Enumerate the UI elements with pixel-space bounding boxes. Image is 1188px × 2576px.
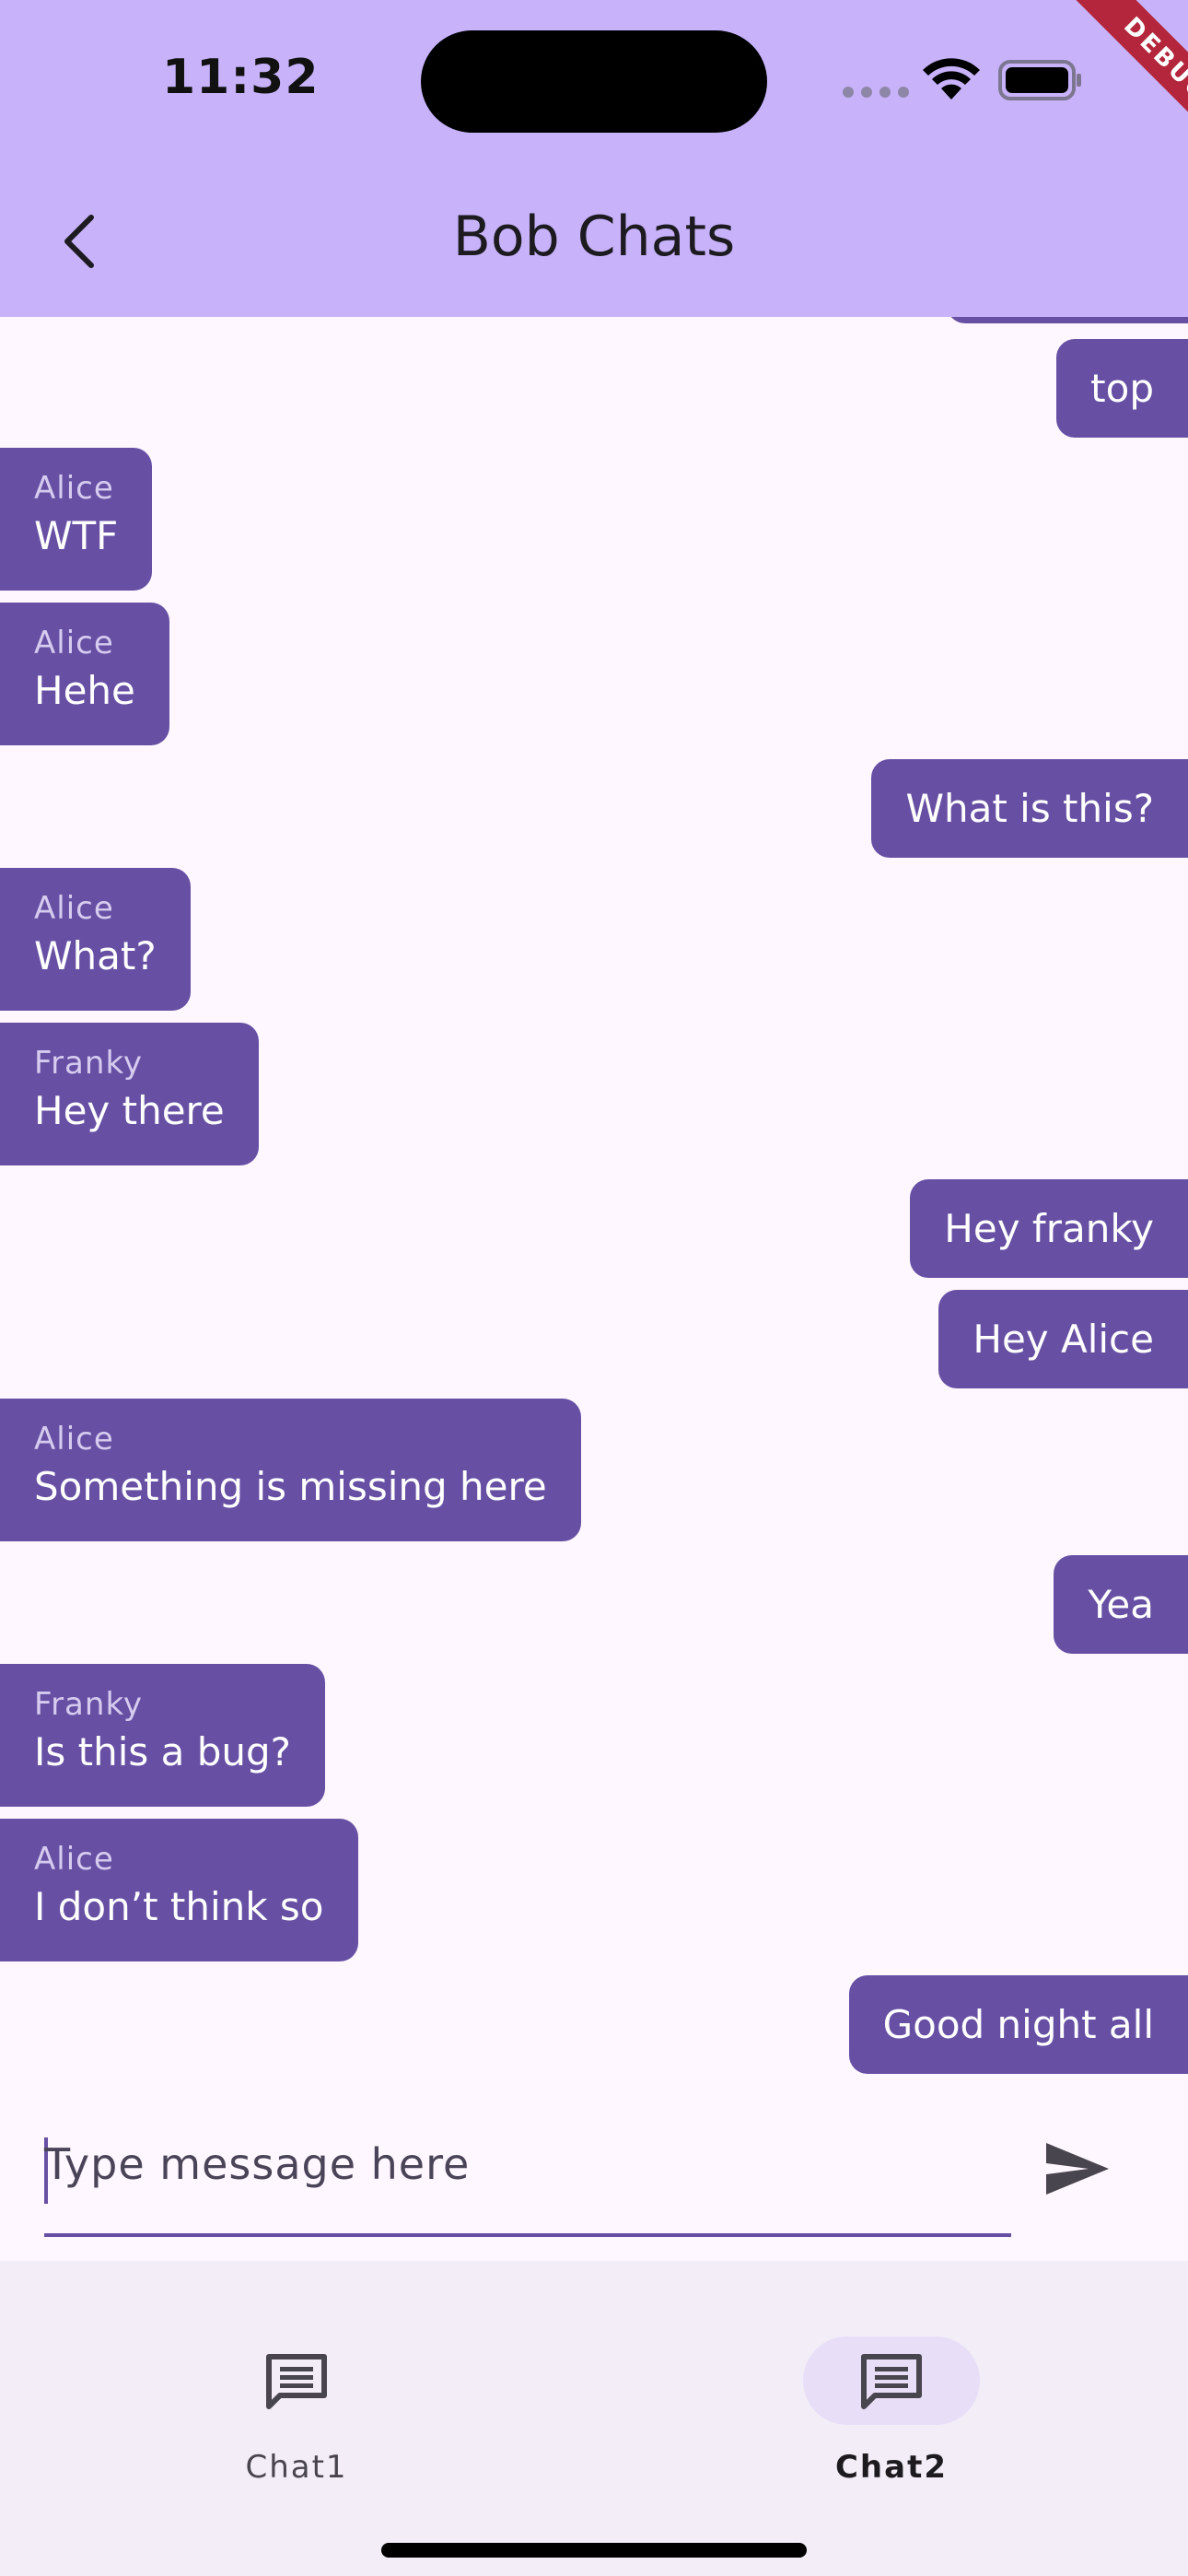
dynamic-island — [421, 30, 767, 133]
message-bubble-outgoing: What is this? — [871, 759, 1188, 858]
message-bubble-incoming: Alice WTF — [0, 448, 153, 591]
nav-item-chat2[interactable]: Chat2 — [755, 2300, 1028, 2486]
message-text: What? — [34, 933, 157, 978]
message-bubble-outgoing: top — [1056, 339, 1188, 438]
wifi-icon — [923, 58, 980, 100]
message-text: top — [1090, 366, 1154, 411]
message-text: What is this? — [905, 786, 1154, 831]
message-text: Hey Alice — [973, 1317, 1154, 1362]
message-composer: Type message here — [0, 2084, 1188, 2261]
message-text: Hey there — [34, 1088, 225, 1133]
message-sender: Franky — [34, 1686, 144, 1723]
message-bubble-incoming: Franky Hey there — [0, 1023, 259, 1165]
page-title: Bob Chats — [452, 205, 736, 269]
message-bubble-incoming: Franky Is this a bug? — [0, 1664, 325, 1807]
message-sender: Alice — [34, 1841, 114, 1878]
message-bubble-outgoing: Hey franky — [910, 1179, 1188, 1278]
message-list[interactable]: top Alice WTF Alice Hehe What is this? A… — [0, 317, 1188, 2086]
message-text: WTF — [34, 513, 119, 558]
chat-icon — [266, 2354, 327, 2409]
message-sender: Alice — [34, 625, 114, 662]
chat-icon — [861, 2354, 922, 2409]
message-sender: Franky — [34, 1045, 144, 1082]
message-text: Good night all — [882, 2002, 1154, 2047]
send-icon — [1046, 2143, 1109, 2195]
nav-label: Chat1 — [245, 2449, 348, 2486]
message-bubble-incoming: Alice Hehe — [0, 603, 169, 745]
message-bubble-incoming: Alice I don’t think so — [0, 1819, 358, 1961]
message-bubble-outgoing: Good night all — [848, 1975, 1188, 2074]
message-bubble-outgoing: Yea — [1054, 1555, 1188, 1654]
message-text: Yea — [1088, 1582, 1154, 1627]
message-bubble-outgoing: Hey Alice — [938, 1290, 1188, 1388]
message-bubble-partial — [947, 317, 1188, 323]
message-text: Hehe — [34, 668, 135, 713]
message-text: I don’t think so — [34, 1884, 324, 1929]
message-bubble-incoming: Alice What? — [0, 868, 191, 1011]
message-text: Is this a bug? — [34, 1729, 291, 1774]
status-time: 11:32 — [162, 50, 320, 105]
input-underline — [44, 2233, 1011, 2237]
message-sender: Alice — [34, 1421, 114, 1458]
message-bubble-incoming: Alice Something is missing here — [0, 1399, 581, 1541]
nav-label: Chat2 — [834, 2449, 948, 2486]
message-sender: Alice — [34, 890, 114, 927]
bottom-navigation-bar: Chat1 Chat2 — [0, 2261, 1188, 2576]
message-input[interactable]: Type message here — [44, 2139, 1011, 2195]
message-text: Something is missing here — [34, 1464, 547, 1509]
app-bar: 11:32 DEBUG Bob Chats — [0, 0, 1188, 317]
message-sender: Alice — [34, 470, 114, 507]
debug-banner-label: DEBUG — [1066, 0, 1188, 157]
debug-banner: DEBUG — [1031, 0, 1188, 157]
cellular-signal-icon — [843, 87, 909, 98]
message-text: Hey franky — [944, 1206, 1154, 1251]
send-button[interactable] — [1044, 2141, 1111, 2196]
nav-item-chat1[interactable]: Chat1 — [160, 2300, 433, 2486]
home-indicator[interactable] — [381, 2543, 807, 2558]
